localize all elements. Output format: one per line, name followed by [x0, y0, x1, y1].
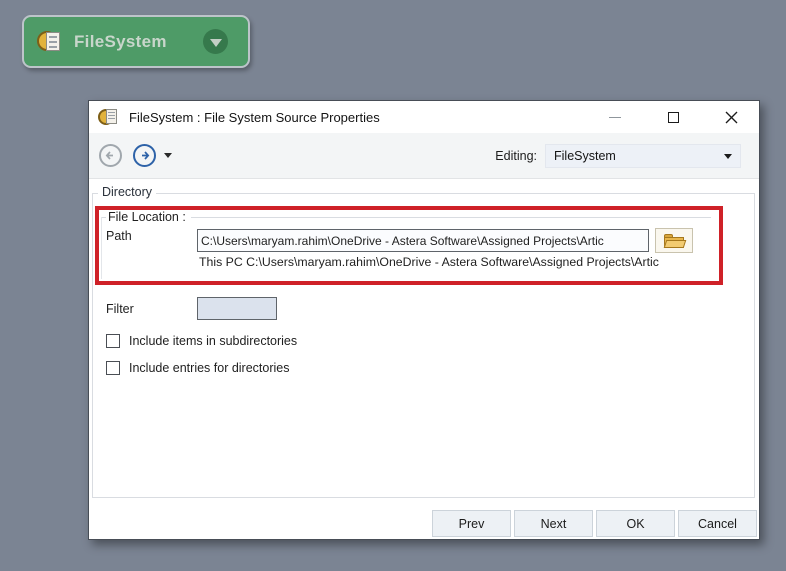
- maximize-button[interactable]: [651, 101, 695, 133]
- forward-dropdown-caret[interactable]: [164, 153, 172, 158]
- minimize-button[interactable]: [593, 101, 637, 133]
- filesystem-node[interactable]: FileSystem: [22, 15, 250, 68]
- file-location-label: File Location :: [108, 210, 186, 224]
- open-folder-icon: [663, 233, 687, 248]
- editing-label: Editing:: [495, 149, 537, 163]
- path-label: Path: [106, 229, 132, 243]
- close-button[interactable]: [709, 101, 753, 133]
- dialog-title: FileSystem : File System Source Properti…: [129, 109, 380, 125]
- forward-button[interactable]: [133, 144, 156, 167]
- chevron-down-icon: [724, 153, 732, 159]
- properties-dialog: FileSystem : File System Source Properti…: [88, 100, 760, 540]
- include-subdirectories-checkbox[interactable]: [106, 334, 120, 348]
- cancel-button[interactable]: Cancel: [678, 510, 757, 537]
- arrow-left-circle-icon: [105, 151, 113, 160]
- dialog-toolbar: Editing: FileSystem: [89, 133, 759, 179]
- minimize-icon: [609, 116, 621, 118]
- path-input[interactable]: [197, 229, 649, 252]
- directory-group-label: Directory: [98, 185, 157, 199]
- ok-button[interactable]: OK: [596, 510, 675, 537]
- next-button[interactable]: Next: [514, 510, 593, 537]
- file-location-group-header: File Location :: [101, 210, 711, 224]
- editing-combobox[interactable]: FileSystem: [545, 144, 741, 168]
- include-subdirectories-option[interactable]: Include items in subdirectories: [106, 334, 297, 348]
- filter-label: Filter: [106, 302, 134, 316]
- chevron-down-icon: [209, 38, 222, 47]
- editing-combobox-value: FileSystem: [554, 149, 616, 163]
- close-icon: [725, 111, 737, 123]
- dialog-titlebar[interactable]: FileSystem : File System Source Properti…: [89, 101, 759, 133]
- resolved-path-text: This PC C:\Users\maryam.rahim\OneDrive -…: [199, 255, 659, 269]
- filesystem-document-icon: [37, 29, 63, 55]
- dialog-footer: Prev Next OK Cancel: [89, 498, 759, 539]
- include-directory-entries-option[interactable]: Include entries for directories: [106, 361, 290, 375]
- browse-folder-button[interactable]: [655, 228, 693, 253]
- include-directory-entries-checkbox[interactable]: [106, 361, 120, 375]
- maximize-icon: [667, 111, 679, 123]
- arrow-right-circle-icon: [142, 151, 150, 160]
- file-location-group-border: [101, 217, 102, 279]
- node-label: FileSystem: [74, 31, 167, 51]
- prev-button[interactable]: Prev: [432, 510, 511, 537]
- app-icon: [98, 106, 120, 128]
- node-dropdown-button[interactable]: [203, 29, 228, 54]
- back-button[interactable]: [99, 144, 122, 167]
- filter-input[interactable]: [197, 297, 277, 320]
